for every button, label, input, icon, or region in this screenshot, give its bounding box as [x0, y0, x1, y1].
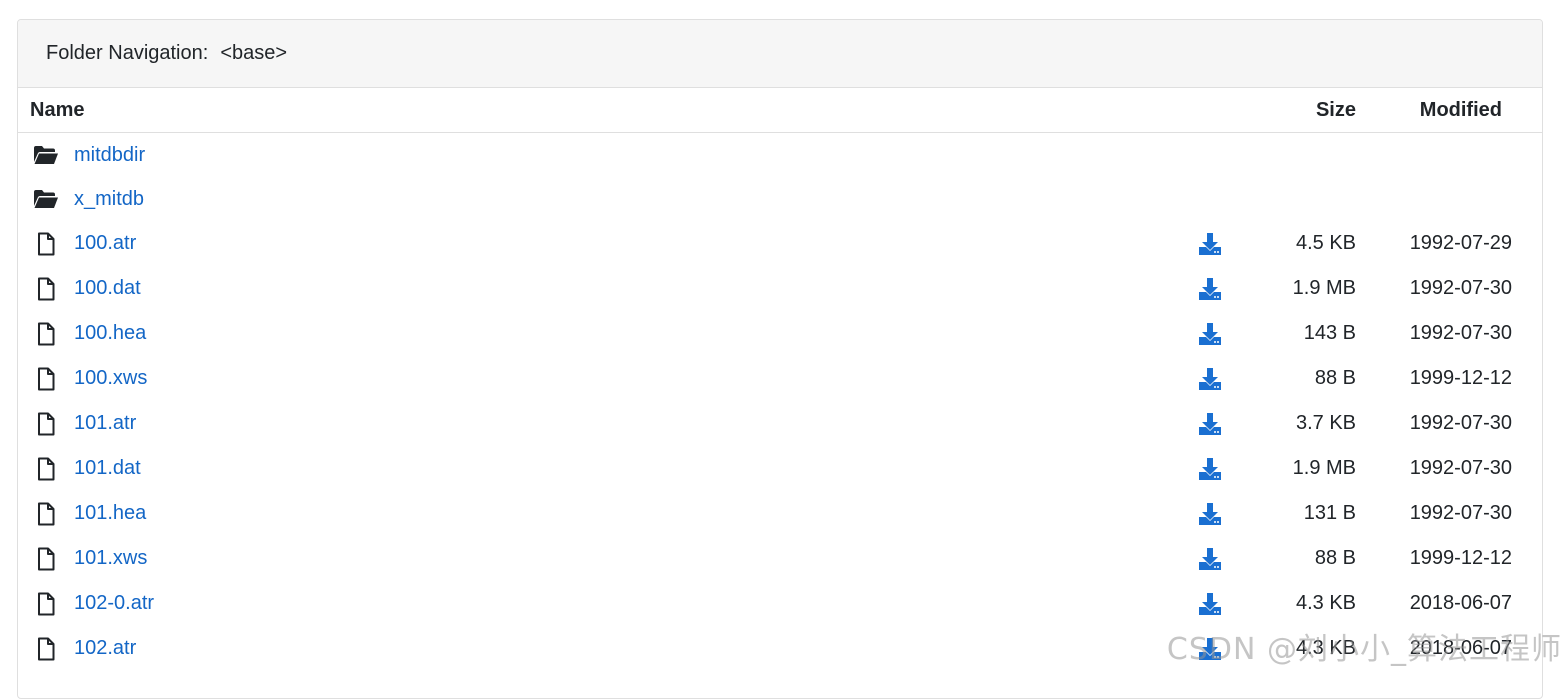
- folder-navigation-label: Folder Navigation:: [46, 42, 208, 65]
- file-modified-date: 1999-12-12: [1410, 356, 1512, 401]
- download-icon[interactable]: [1198, 592, 1222, 616]
- file-modified-date: 1992-07-30: [1410, 311, 1512, 356]
- file-modified-date: 1992-07-29: [1410, 221, 1512, 266]
- file-modified-date: 1992-07-30: [1410, 446, 1512, 491]
- file-table-header: Name Size Modified: [18, 88, 1542, 133]
- download-icon[interactable]: [1198, 412, 1222, 436]
- file-row: 100.xws 88 B 1999-12-12: [18, 356, 1542, 401]
- download-icon[interactable]: [1198, 637, 1222, 661]
- folder-navigation-path[interactable]: <base>: [220, 42, 287, 65]
- file-modified-date: 1992-07-30: [1410, 491, 1512, 536]
- file-link[interactable]: 100.atr: [74, 221, 136, 266]
- file-link[interactable]: 101.atr: [74, 401, 136, 446]
- folder-row: x_mitdb: [18, 177, 1542, 221]
- file-size: 88 B: [1315, 356, 1356, 401]
- download-icon[interactable]: [1198, 547, 1222, 571]
- file-icon: [33, 637, 59, 661]
- file-icon: [33, 412, 59, 436]
- file-row: 100.hea 143 B 1992-07-30: [18, 311, 1542, 356]
- file-icon: [33, 232, 59, 256]
- file-row: 101.atr 3.7 KB 1992-07-30: [18, 401, 1542, 446]
- file-icon: [33, 367, 59, 391]
- file-size: 4.3 KB: [1296, 581, 1356, 626]
- file-link[interactable]: 101.xws: [74, 536, 147, 581]
- file-size: 4.5 KB: [1296, 221, 1356, 266]
- folder-navigation-bar: Folder Navigation: <base>: [18, 20, 1542, 88]
- folder-link[interactable]: x_mitdb: [74, 177, 144, 221]
- folder-open-icon: [33, 187, 59, 211]
- file-size: 88 B: [1315, 536, 1356, 581]
- file-row: 101.hea 131 B 1992-07-30: [18, 491, 1542, 536]
- file-modified-date: 1999-12-12: [1410, 536, 1512, 581]
- file-link[interactable]: 102.atr: [74, 626, 136, 671]
- file-icon: [33, 592, 59, 616]
- file-size: 3.7 KB: [1296, 401, 1356, 446]
- file-size: 1.9 MB: [1293, 446, 1356, 491]
- file-modified-date: 2018-06-07: [1410, 581, 1512, 626]
- download-icon[interactable]: [1198, 502, 1222, 526]
- file-row: 102.atr 4.3 KB 2018-06-07: [18, 626, 1542, 671]
- file-size: 4.3 KB: [1296, 626, 1356, 671]
- folder-link[interactable]: mitdbdir: [74, 133, 145, 177]
- download-icon[interactable]: [1198, 367, 1222, 391]
- folder-row: mitdbdir: [18, 133, 1542, 177]
- file-list: mitdbdirx_mitdb100.atr4.5 KB1992-07-2910…: [18, 133, 1542, 671]
- file-browser-panel: Folder Navigation: <base> Name Size Modi…: [17, 19, 1543, 699]
- file-icon: [33, 457, 59, 481]
- folder-open-icon: [33, 143, 59, 167]
- file-row: 101.dat 1.9 MB 1992-07-30: [18, 446, 1542, 491]
- download-icon[interactable]: [1198, 232, 1222, 256]
- download-icon[interactable]: [1198, 277, 1222, 301]
- file-link[interactable]: 100.hea: [74, 311, 146, 356]
- download-icon[interactable]: [1198, 322, 1222, 346]
- file-icon: [33, 277, 59, 301]
- file-row: 101.xws 88 B 1999-12-12: [18, 536, 1542, 581]
- file-link[interactable]: 101.dat: [74, 446, 141, 491]
- file-size: 143 B: [1304, 311, 1356, 356]
- file-modified-date: 1992-07-30: [1410, 266, 1512, 311]
- file-icon: [33, 547, 59, 571]
- column-header-size: Size: [1316, 88, 1356, 132]
- file-row: 102-0.atr 4.3 KB 2018-06-07: [18, 581, 1542, 626]
- file-modified-date: 2018-06-07: [1410, 626, 1512, 671]
- file-row: 100.dat 1.9 MB 1992-07-30: [18, 266, 1542, 311]
- file-link[interactable]: 100.dat: [74, 266, 141, 311]
- file-link[interactable]: 100.xws: [74, 356, 147, 401]
- file-size: 1.9 MB: [1293, 266, 1356, 311]
- file-icon: [33, 322, 59, 346]
- file-link[interactable]: 102-0.atr: [74, 581, 154, 626]
- file-link[interactable]: 101.hea: [74, 491, 146, 536]
- file-row: 100.atr 4.5 KB 1992-07-29: [18, 221, 1542, 266]
- file-modified-date: 1992-07-30: [1410, 401, 1512, 446]
- download-icon[interactable]: [1198, 457, 1222, 481]
- file-icon: [33, 502, 59, 526]
- column-header-modified: Modified: [1420, 88, 1502, 132]
- column-header-name: Name: [30, 88, 84, 132]
- file-size: 131 B: [1304, 491, 1356, 536]
